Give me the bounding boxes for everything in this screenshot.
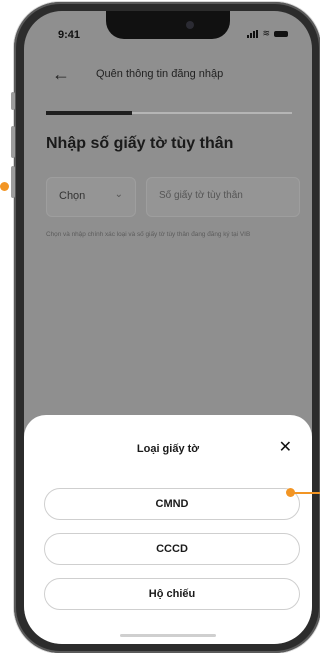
- close-icon[interactable]: ✕: [279, 437, 292, 457]
- helper-text: Chọn và nhập chính xác loại và số giấy t…: [46, 231, 251, 238]
- signal-icon: [247, 29, 259, 38]
- progress-fill: [46, 111, 133, 115]
- option-passport[interactable]: Hộ chiếu: [44, 578, 300, 610]
- phone-screen: 9:41 ≋ ← Quên thông tin đăng nhập Nhập s…: [24, 11, 312, 644]
- annotation-dot-right: [286, 488, 295, 497]
- option-cmnd[interactable]: CMND: [44, 488, 300, 520]
- volume-down-button: [11, 166, 15, 198]
- option-cccd[interactable]: CCCD: [44, 533, 300, 565]
- progress-track: [46, 111, 292, 115]
- status-icons: ≋: [247, 29, 288, 38]
- page-title: Nhập số giấy tờ tùy thân: [46, 135, 234, 152]
- mute-switch: [11, 92, 15, 110]
- wifi-icon: ≋: [262, 28, 270, 38]
- status-time: 9:41: [58, 29, 81, 41]
- annotation-line: [294, 492, 320, 494]
- bottom-sheet: Loại giấy tờ ✕ CMND CCCD Hộ chiếu: [24, 415, 312, 644]
- chevron-down-icon: ⌄: [114, 189, 123, 200]
- battery-icon: [274, 30, 288, 37]
- annotation-dot-left: [0, 182, 9, 191]
- header-title: Quên thông tin đăng nhập: [96, 68, 224, 80]
- select-value: Chọn: [59, 190, 86, 202]
- input-placeholder: Số giấy tờ tùy thân: [159, 190, 243, 201]
- back-arrow-icon[interactable]: ←: [52, 65, 70, 83]
- home-indicator: [120, 634, 216, 637]
- camera-dot: [186, 21, 194, 29]
- notch: [106, 11, 230, 39]
- header: ← Quên thông tin đăng nhập: [24, 65, 312, 93]
- id-number-input[interactable]: Số giấy tờ tùy thân: [146, 177, 300, 217]
- volume-up-button: [11, 126, 15, 158]
- sheet-title: Loại giấy tờ: [136, 443, 200, 455]
- document-type-select[interactable]: Chọn ⌄: [46, 177, 136, 217]
